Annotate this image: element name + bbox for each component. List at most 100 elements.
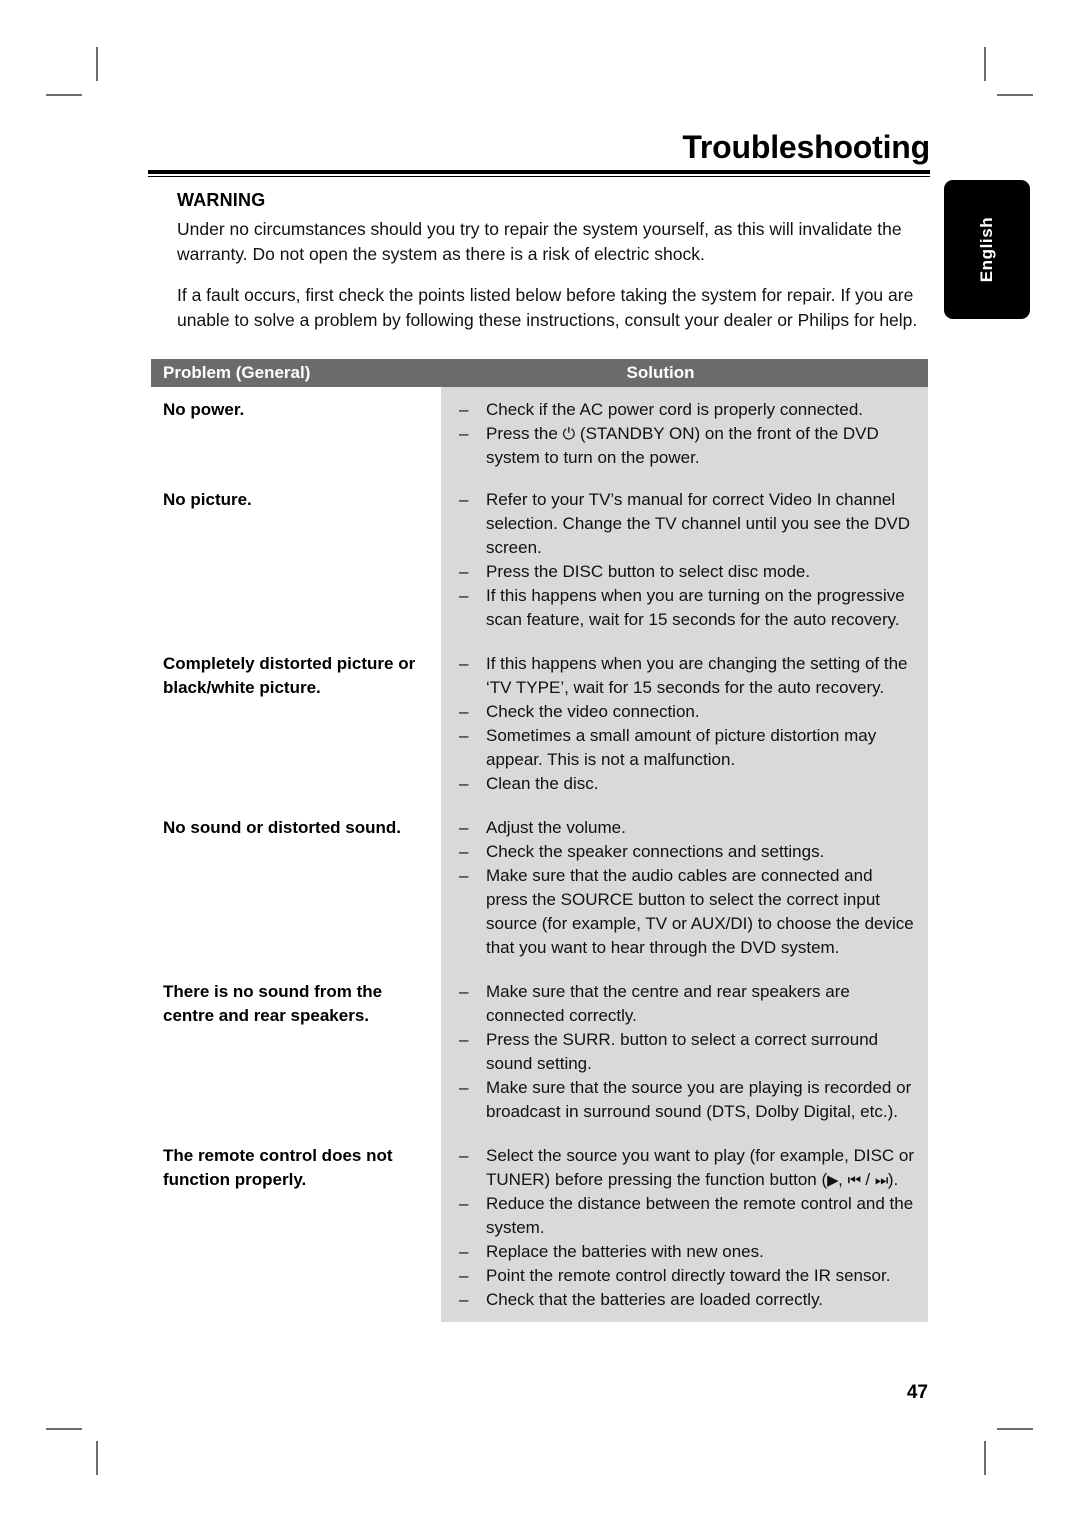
table-header-problem: Problem (General) bbox=[163, 363, 311, 382]
next-track-icon: ⏭ bbox=[874, 1171, 889, 1189]
play-icon: ▶ bbox=[827, 1171, 839, 1189]
solution-cell: – Make sure that the centre and rear spea… bbox=[441, 970, 928, 1134]
problem-cell: Completely distorted picture or black/wh… bbox=[151, 642, 441, 710]
solution-list: – Adjust the volume. – Check the speaker co… bbox=[459, 816, 916, 960]
solution-text: Replace the batteries with new ones. bbox=[486, 1242, 764, 1261]
crop-mark-bottom-right-horizontal bbox=[997, 1428, 1033, 1430]
dash-bullet-icon: – bbox=[459, 982, 469, 1001]
table-row: There is no sound from the centre and re… bbox=[151, 970, 928, 1134]
table-row: The remote control does not function pro… bbox=[151, 1134, 928, 1322]
solution-cell: – Refer to your TV’s manual for correct V… bbox=[441, 478, 928, 642]
solution-text: Press the ⏻ (STANDBY ON) on the front of… bbox=[486, 424, 879, 467]
crop-mark-top-right-vertical bbox=[984, 47, 986, 81]
crop-mark-top-left-vertical bbox=[96, 47, 98, 81]
solution-list: – Check if the AC power cord is properly … bbox=[459, 398, 916, 470]
solution-text: Check if the AC power cord is properly c… bbox=[486, 400, 864, 419]
solution-text: Sometimes a small amount of picture dist… bbox=[486, 726, 877, 769]
dash-bullet-icon: – bbox=[459, 842, 469, 861]
solution-text: Check that the batteries are loaded corr… bbox=[486, 1290, 824, 1309]
table-row: No picture. – Refer to your TV’s manual fo… bbox=[151, 478, 928, 642]
crop-mark-top-right-horizontal bbox=[997, 94, 1033, 96]
crop-mark-bottom-left-horizontal bbox=[46, 1428, 82, 1430]
dash-bullet-icon: – bbox=[459, 586, 469, 605]
solution-text: Press the SURR. button to select a corre… bbox=[486, 1030, 879, 1073]
dash-bullet-icon: – bbox=[459, 866, 469, 885]
crop-mark-bottom-left-vertical bbox=[96, 1441, 98, 1475]
solution-item: – Check if the AC power cord is properly … bbox=[459, 398, 916, 422]
dash-bullet-icon: – bbox=[459, 654, 469, 673]
dash-bullet-icon: – bbox=[459, 1030, 469, 1049]
table-body: No power. – Check if the AC power cord is … bbox=[151, 387, 928, 1322]
problem-cell: No sound or distorted sound. bbox=[151, 806, 441, 850]
solution-item: – Point the remote control directly towar… bbox=[459, 1264, 916, 1288]
language-tab-label: English bbox=[977, 216, 996, 283]
solution-text: Make sure that the source you are playin… bbox=[486, 1078, 912, 1121]
solution-item: – Sometimes a small amount of picture dis… bbox=[459, 724, 916, 772]
previous-track-icon: ⏮ bbox=[847, 1171, 862, 1189]
solution-item: – Make sure that the centre and rear spea… bbox=[459, 980, 916, 1028]
problem-cell: No power. bbox=[151, 387, 441, 430]
solution-item: – Reduce the distance between the remote … bbox=[459, 1192, 916, 1240]
dash-bullet-icon: – bbox=[459, 818, 469, 837]
dash-bullet-icon: – bbox=[459, 1266, 469, 1285]
dash-bullet-icon: – bbox=[459, 400, 469, 419]
solution-list: – Refer to your TV’s manual for correct V… bbox=[459, 488, 916, 632]
dash-bullet-icon: – bbox=[459, 726, 469, 745]
solution-cell: – Check if the AC power cord is properly … bbox=[441, 387, 928, 478]
problem-cell: The remote control does not function pro… bbox=[151, 1134, 441, 1202]
warning-paragraph-2: If a fault occurs, first check the point… bbox=[177, 285, 918, 330]
solution-text: Reduce the distance between the remote c… bbox=[486, 1194, 914, 1237]
table-row: No power. – Check if the AC power cord is … bbox=[151, 387, 928, 478]
solution-item: – Clean the disc. bbox=[459, 772, 916, 796]
solution-item: – Press the ⏻ (STANDBY ON) on the front o… bbox=[459, 422, 916, 470]
solution-list: – Select the source you want to play (for… bbox=[459, 1144, 916, 1312]
dash-bullet-icon: – bbox=[459, 490, 469, 509]
dash-bullet-icon: – bbox=[459, 1242, 469, 1261]
solution-text: Point the remote control directly toward… bbox=[486, 1266, 891, 1285]
dash-bullet-icon: – bbox=[459, 562, 469, 581]
solution-cell: – Select the source you want to play (for… bbox=[441, 1134, 928, 1322]
dash-bullet-icon: – bbox=[459, 1290, 469, 1309]
solution-item: – Press the SURR. button to select a corr… bbox=[459, 1028, 916, 1076]
solution-text: Select the source you want to play (for … bbox=[486, 1146, 915, 1189]
solution-list: – Make sure that the centre and rear spea… bbox=[459, 980, 916, 1124]
solution-item: – If this happens when you are turning on… bbox=[459, 584, 916, 632]
crop-mark-top-left-horizontal bbox=[46, 94, 82, 96]
solution-text: Adjust the volume. bbox=[486, 818, 626, 837]
solution-item: – Replace the batteries with new ones. bbox=[459, 1240, 916, 1264]
solution-item: – Check that the batteries are loaded cor… bbox=[459, 1288, 916, 1312]
crop-mark-bottom-right-vertical bbox=[984, 1441, 986, 1475]
solution-cell: – If this happens when you are changing t… bbox=[441, 642, 928, 806]
solution-item: – Make sure that the source you are playi… bbox=[459, 1076, 916, 1124]
dash-bullet-icon: – bbox=[459, 1078, 469, 1097]
solution-item: – Check the speaker connections and setti… bbox=[459, 840, 916, 864]
title-rule-thin bbox=[148, 176, 930, 177]
warning-section: WARNING Under no circumstances should yo… bbox=[177, 190, 922, 333]
solution-item: – Make sure that the audio cables are con… bbox=[459, 864, 916, 960]
table-header-row: Problem (General) Solution bbox=[151, 359, 928, 387]
table-row: Completely distorted picture or black/wh… bbox=[151, 642, 928, 806]
solution-text: Check the video connection. bbox=[486, 702, 700, 721]
dash-bullet-icon: – bbox=[459, 424, 469, 443]
solution-item: – Select the source you want to play (for… bbox=[459, 1144, 916, 1192]
solution-text: Clean the disc. bbox=[486, 774, 599, 793]
solution-list: – If this happens when you are changing t… bbox=[459, 652, 916, 796]
page-number: 47 bbox=[906, 1382, 928, 1403]
solution-text: Check the speaker connections and settin… bbox=[486, 842, 825, 861]
solution-text: Press the DISC button to select disc mod… bbox=[486, 562, 811, 581]
problem-cell: No picture. bbox=[151, 478, 441, 522]
dash-bullet-icon: – bbox=[459, 702, 469, 721]
solution-text: If this happens when you are changing th… bbox=[486, 654, 908, 697]
table-row: No sound or distorted sound. – Adjust the … bbox=[151, 806, 928, 970]
solution-cell: – Adjust the volume. – Check the speaker co… bbox=[441, 806, 928, 970]
solution-text: Make sure that the audio cables are conn… bbox=[486, 866, 914, 957]
title-rule-thick bbox=[148, 170, 930, 174]
standby-power-icon: ⏻ bbox=[562, 424, 576, 443]
solution-item: – If this happens when you are changing t… bbox=[459, 652, 916, 700]
document-page: Troubleshooting English WARNING Under no… bbox=[0, 0, 1080, 1524]
warning-heading: WARNING bbox=[177, 190, 266, 210]
solution-text: Refer to your TV’s manual for correct Vi… bbox=[486, 490, 911, 557]
dash-bullet-icon: – bbox=[459, 774, 469, 793]
solution-item: – Refer to your TV’s manual for correct V… bbox=[459, 488, 916, 560]
solution-text: If this happens when you are turning on … bbox=[486, 586, 905, 629]
